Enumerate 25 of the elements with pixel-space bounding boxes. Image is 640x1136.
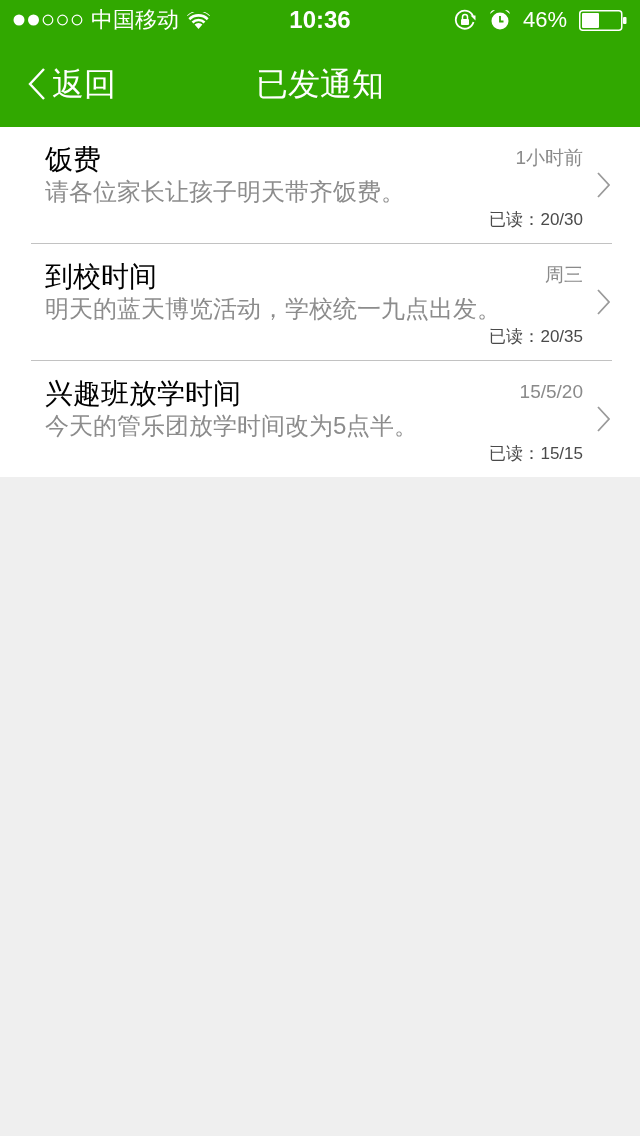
notification-preview: 请各位家长让孩子明天带齐饭费。 xyxy=(45,177,406,207)
notification-preview: 今天的管乐团放学时间改为5点半。 xyxy=(45,411,420,441)
page-title: 已发通知 xyxy=(256,67,384,100)
wifi-icon xyxy=(187,11,210,29)
rotation-lock-icon xyxy=(453,9,477,31)
notification-time: 15/5/20 xyxy=(519,381,583,403)
notification-preview: 明天的蓝天博览活动，学校统一九点出发。 xyxy=(45,294,502,324)
carrier-name: 中国移动 xyxy=(91,9,179,31)
status-time: 10:36 xyxy=(289,8,351,32)
read-count: 已读：20/35 xyxy=(489,326,583,348)
chevron-right-icon xyxy=(597,172,610,198)
chevron-left-icon xyxy=(28,67,46,100)
battery-percentage: 46% xyxy=(522,9,567,31)
notification-time: 周三 xyxy=(545,264,583,286)
notification-title[interactable]: 饭费 xyxy=(45,143,101,177)
read-count: 已读：15/15 xyxy=(489,443,583,465)
alarm-clock-icon xyxy=(488,9,511,31)
notification-time: 1小时前 xyxy=(515,147,583,169)
notification-title[interactable]: 到校时间 xyxy=(45,260,157,294)
chevron-right-icon xyxy=(597,406,610,432)
read-count: 已读：20/30 xyxy=(489,209,583,231)
signal-strength-icon xyxy=(13,14,83,26)
battery-icon xyxy=(579,9,627,31)
chevron-right-icon xyxy=(597,289,610,315)
notification-title[interactable]: 兴趣班放学时间 xyxy=(45,377,241,411)
